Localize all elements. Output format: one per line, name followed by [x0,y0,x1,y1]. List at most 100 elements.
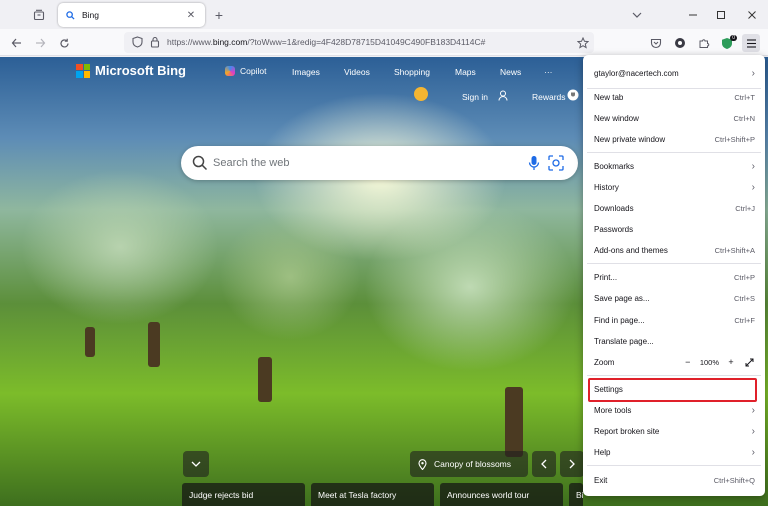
app-menu-panel: gtaylor@nacertech.com › New tab Ctrl+T Ne… [583,55,765,496]
tab-list-button[interactable] [29,5,49,25]
back-button[interactable] [7,34,25,52]
back-arrow-icon [11,38,21,48]
nav-images[interactable]: Images [292,67,320,77]
address-bar[interactable]: https://www.bing.com/?toWww=1&redig=4F42… [124,32,594,53]
visual-search-icon[interactable] [547,154,565,172]
app-menu-button[interactable] [742,34,760,52]
news-card[interactable]: Announces world tour [440,483,563,506]
search-icon[interactable] [192,155,208,171]
shield-icon[interactable] [132,36,143,50]
menu-more-tools[interactable]: More tools › [587,400,761,420]
extension-shield-button[interactable]: 0 [718,34,737,52]
nav-copilot[interactable]: Copilot [225,66,266,76]
chevron-left-icon [541,459,547,469]
menu-new-window[interactable]: New window Ctrl+N [587,108,761,128]
menu-settings[interactable]: Settings [587,379,761,399]
copilot-icon [225,66,235,76]
zoom-level[interactable]: 100% [700,358,719,367]
url-text[interactable]: https://www.bing.com/?toWww=1&redig=4F42… [167,37,485,47]
nav-maps[interactable]: Maps [455,67,476,77]
menu-history[interactable]: History › [587,177,761,197]
news-card[interactable]: Meet at Tesla factory [311,483,434,506]
image-caption[interactable]: Canopy of blossoms [410,451,528,477]
user-icon[interactable] [498,90,508,101]
account-icon [675,38,685,48]
microsoft-bing-logo[interactable]: Microsoft Bing [76,63,186,78]
list-all-tabs-button[interactable] [627,5,647,25]
menu-account[interactable]: gtaylor@nacertech.com › [587,60,761,86]
forward-button[interactable] [31,34,49,52]
pocket-icon [650,38,662,49]
minimize-button[interactable] [683,5,703,25]
location-pin-icon [418,458,427,470]
rewards-trophy-icon[interactable] [567,89,579,101]
microsoft-logo-icon [76,63,90,78]
maximize-icon [717,11,725,19]
navigation-toolbar: https://www.bing.com/?toWww=1&redig=4F42… [0,29,768,56]
menu-passwords[interactable]: Passwords [587,219,761,239]
chevron-right-icon: › [751,67,755,79]
menu-find-in-page[interactable]: Find in page... Ctrl+F [587,310,761,330]
chevron-right-icon: › [751,425,755,437]
expand-feed-button[interactable] [183,451,209,477]
menu-help[interactable]: Help › [587,442,761,462]
new-tab-button[interactable]: + [210,6,228,24]
nav-videos[interactable]: Videos [344,67,370,77]
chevron-right-icon: › [751,160,755,172]
news-card[interactable]: Bid [569,483,583,506]
theme-toggle-icon[interactable] [414,87,428,101]
menu-new-private-window[interactable]: New private window Ctrl+Shift+P [587,129,761,149]
close-tab-icon[interactable]: ✕ [184,8,198,22]
reload-button[interactable] [55,34,73,52]
reload-icon [59,38,69,48]
puzzle-icon [699,39,710,48]
rewards-link[interactable]: Rewards [532,92,566,102]
menu-save-page[interactable]: Save page as... Ctrl+S [587,288,761,308]
chevron-right-icon: › [751,404,755,416]
menu-downloads[interactable]: Downloads Ctrl+J [587,198,761,218]
title-bar: Bing ✕ + [0,0,768,29]
tab-bing[interactable]: Bing ✕ [58,3,205,27]
menu-separator [587,263,761,264]
tab-list-icon [33,9,45,21]
menu-new-tab[interactable]: New tab Ctrl+T [587,87,761,107]
lock-icon[interactable] [150,36,160,50]
pocket-button[interactable] [647,34,665,52]
chevron-right-icon [569,459,575,469]
chevron-down-icon [191,461,201,467]
previous-image-button[interactable] [532,451,556,477]
fullscreen-icon [745,358,753,366]
nav-more[interactable]: ··· [544,67,553,77]
menu-exit[interactable]: Exit Ctrl+Shift+Q [587,470,761,490]
menu-print[interactable]: Print... Ctrl+P [587,267,761,287]
menu-separator [587,152,761,153]
close-icon [748,11,756,19]
hamburger-menu-icon [746,38,756,48]
news-card[interactable]: Judge rejects bid [182,483,305,506]
search-box [181,146,578,180]
extensions-button[interactable] [695,34,713,52]
star-icon [577,37,589,49]
sign-in-link[interactable]: Sign in [462,92,488,102]
maximize-button[interactable] [711,5,731,25]
nav-news[interactable]: News [500,67,521,77]
next-image-button[interactable] [560,451,584,477]
menu-bookmarks[interactable]: Bookmarks › [587,156,761,176]
zoom-in-button[interactable]: + [725,356,737,368]
menu-translate-page[interactable]: Translate page... [587,331,761,351]
menu-zoom: Zoom − 100% + [587,352,761,372]
fullscreen-button[interactable] [743,356,755,368]
tree-trunk [505,387,523,457]
menu-separator [587,465,761,466]
menu-addons-themes[interactable]: Add-ons and themes Ctrl+Shift+A [587,240,761,260]
search-input[interactable] [213,154,513,172]
extension-badge: 0 [730,35,737,41]
tab-title: Bing [82,10,100,20]
account-button[interactable] [671,34,689,52]
nav-shopping[interactable]: Shopping [394,67,430,77]
microphone-icon[interactable] [525,154,543,172]
zoom-out-button[interactable]: − [682,356,694,368]
menu-report-broken-site[interactable]: Report broken site › [587,421,761,441]
close-window-button[interactable] [742,5,762,25]
bookmark-star-button[interactable] [574,34,592,52]
